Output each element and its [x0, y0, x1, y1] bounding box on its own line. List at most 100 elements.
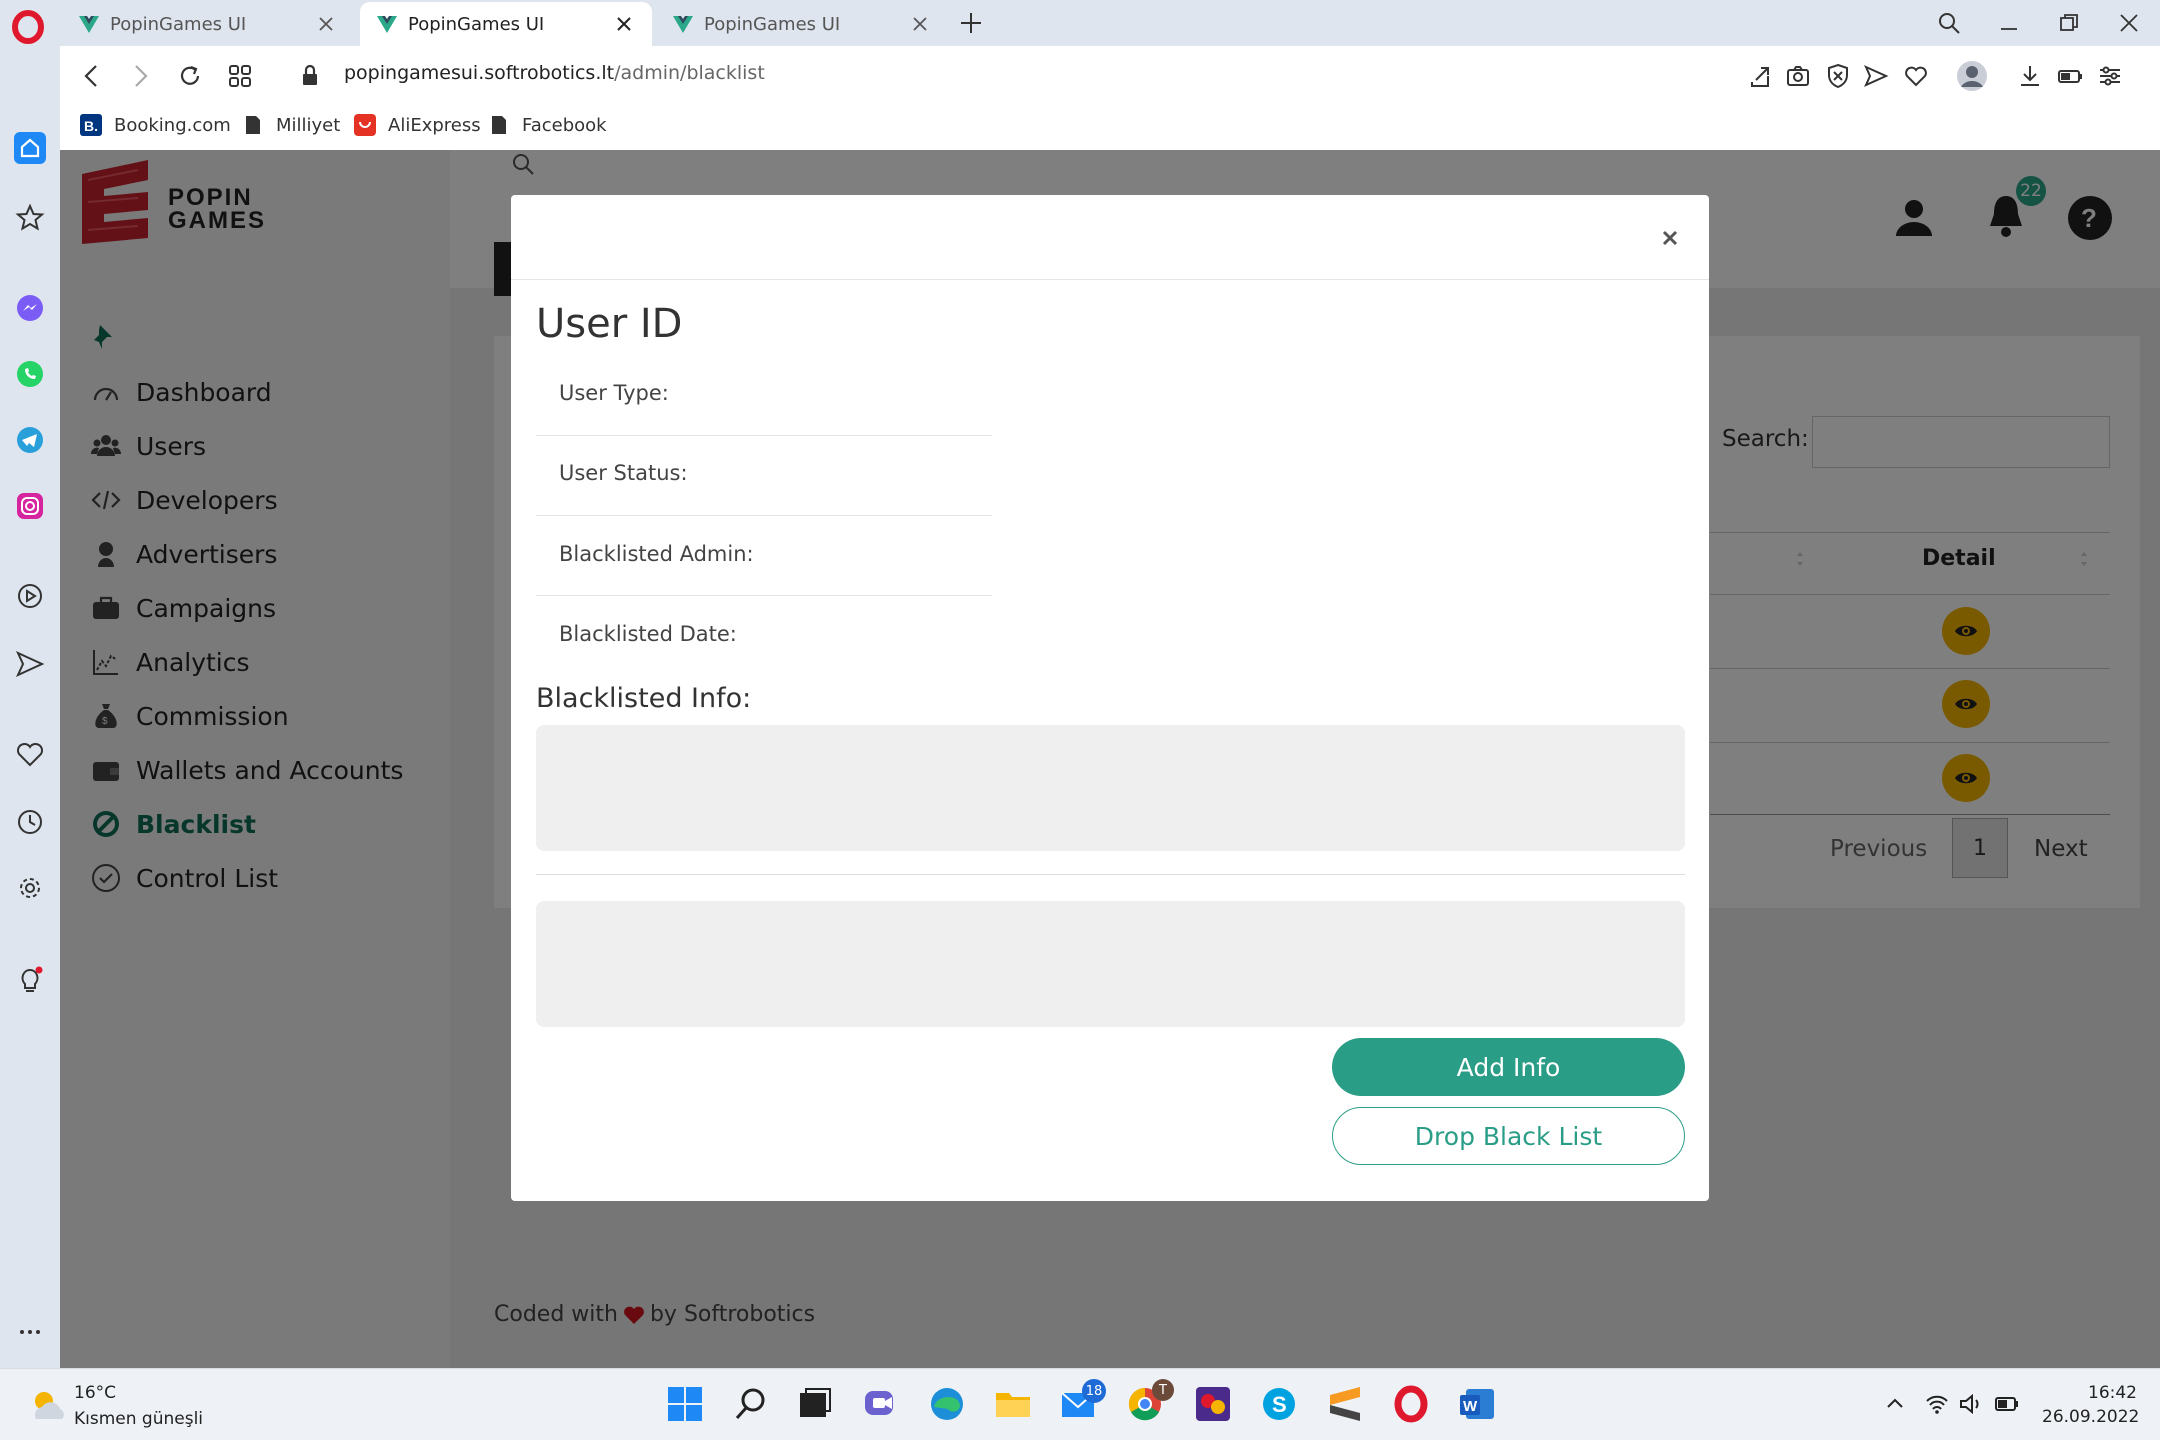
sublime-icon[interactable] [1324, 1383, 1366, 1425]
bookmark-label: Facebook [522, 114, 607, 136]
opera-taskbar-icon[interactable] [1390, 1383, 1432, 1425]
weather-temperature[interactable]: 16°C [74, 1383, 116, 1403]
new-tab-plus-icon[interactable] [958, 10, 984, 36]
tab-title: PopinGames UI [408, 13, 545, 35]
close-icon[interactable] [316, 14, 336, 34]
bookmark-label: Milliyet [276, 114, 341, 136]
wifi-icon[interactable] [1924, 1391, 1950, 1417]
blacklisted-info-box [536, 725, 1685, 851]
tab-2[interactable]: PopinGames UI [360, 2, 652, 46]
booking-logo-icon: B. [80, 114, 102, 136]
url-text[interactable]: popingamesui.softrobotics.lt/admin/black… [344, 62, 765, 84]
instagram-icon[interactable] [14, 490, 46, 522]
share-icon[interactable] [1746, 62, 1774, 90]
teams-chat-icon[interactable] [860, 1383, 902, 1425]
modal-title: User ID [536, 301, 683, 347]
task-view-icon[interactable] [794, 1383, 836, 1425]
send-icon[interactable] [1862, 62, 1890, 90]
bookmark-facebook[interactable]: Facebook [488, 114, 607, 136]
add-info-button[interactable]: Add Info [1332, 1038, 1685, 1096]
camera-icon[interactable] [1784, 62, 1812, 90]
telegram-icon[interactable] [14, 424, 46, 456]
weather-description[interactable]: Kısmen güneşli [74, 1409, 203, 1429]
heart-icon[interactable] [1902, 62, 1930, 90]
browser-tab-strip: PopinGames UI PopinGames UI PopinGames U… [0, 0, 2160, 46]
send-icon[interactable] [14, 648, 46, 680]
game-app-icon[interactable] [1192, 1383, 1234, 1425]
vue-logo-icon [673, 16, 693, 33]
bookmark-label: Booking.com [114, 114, 231, 136]
file-explorer-icon[interactable] [992, 1383, 1034, 1425]
vue-logo-icon [79, 16, 99, 33]
svg-text:S: S [1272, 1392, 1287, 1417]
whatsapp-icon[interactable] [14, 358, 46, 390]
bookmark-milliyet[interactable]: Milliyet [242, 114, 340, 136]
bookmark-aliexpress[interactable]: AliExpress [354, 114, 481, 136]
close-icon[interactable] [614, 14, 634, 34]
field-user-type: User Type: [559, 381, 669, 405]
history-clock-icon[interactable] [14, 806, 46, 838]
profile-avatar-icon[interactable] [1956, 60, 1988, 92]
field-blacklisted-admin: Blacklisted Admin: [559, 542, 754, 566]
download-icon[interactable] [2016, 62, 2044, 90]
page-icon [492, 116, 506, 134]
opera-logo-icon[interactable] [12, 10, 44, 44]
field-divider [536, 595, 992, 596]
home-icon[interactable] [14, 132, 46, 164]
star-icon[interactable] [14, 202, 46, 234]
bookmark-booking[interactable]: B. Booking.com [80, 114, 231, 136]
adblock-shield-icon[interactable] [1824, 62, 1852, 90]
drop-black-list-button[interactable]: Drop Black List [1332, 1107, 1685, 1165]
close-icon[interactable] [1657, 225, 1683, 251]
back-icon[interactable] [78, 62, 106, 90]
tab-3[interactable]: PopinGames UI [656, 2, 948, 46]
tab-1[interactable]: PopinGames UI [62, 2, 354, 46]
skype-icon[interactable]: S [1258, 1383, 1300, 1425]
more-options-icon[interactable] [14, 1316, 46, 1348]
forward-icon[interactable] [126, 62, 154, 90]
lock-icon[interactable] [296, 62, 324, 90]
reload-icon[interactable] [176, 62, 204, 90]
battery-icon[interactable] [1994, 1391, 2020, 1417]
user-detail-modal: User ID User Type: User Status: Blacklis… [511, 195, 1709, 1201]
aliexpress-logo-icon [354, 114, 376, 136]
player-icon[interactable] [14, 580, 46, 612]
modal-header-divider [511, 279, 1709, 280]
bookmarks-bar: B. Booking.com Milliyet AliExpress Faceb… [60, 106, 2160, 150]
minimize-icon[interactable] [1996, 10, 2022, 36]
bookmark-label: AliExpress [388, 114, 481, 136]
weather-partly-sunny-icon[interactable] [28, 1387, 68, 1423]
lightbulb-icon[interactable] [14, 964, 46, 996]
clock-date[interactable]: 26.09.2022 [2042, 1407, 2139, 1427]
battery-saver-icon[interactable] [2056, 62, 2084, 90]
volume-icon[interactable] [1958, 1391, 1984, 1417]
blacklisted-info-heading: Blacklisted Info: [536, 683, 752, 714]
messenger-icon[interactable] [14, 292, 46, 324]
close-window-icon[interactable] [2116, 10, 2142, 36]
modal-section-divider [536, 874, 1685, 875]
address-bar: popingamesui.softrobotics.lt/admin/black… [60, 46, 2160, 106]
windows-taskbar: 16°C Kısmen güneşli 18 T S W 16:42 26.09… [0, 1368, 2160, 1440]
vue-logo-icon [377, 16, 397, 33]
close-icon[interactable] [910, 14, 930, 34]
svg-text:B.: B. [84, 118, 98, 134]
edge-icon[interactable] [926, 1383, 968, 1425]
settings-gear-icon[interactable] [14, 872, 46, 904]
easy-setup-icon[interactable] [2096, 62, 2124, 90]
mail-badge: 18 [1082, 1379, 1106, 1403]
info-textarea[interactable] [536, 901, 1685, 1027]
heart-icon[interactable] [14, 738, 46, 770]
svg-text:W: W [1463, 1398, 1478, 1415]
word-icon[interactable]: W [1456, 1383, 1498, 1425]
restore-icon[interactable] [2056, 10, 2082, 36]
page-icon [246, 116, 260, 134]
clock-time[interactable]: 16:42 [2088, 1383, 2137, 1403]
tab-search-icon[interactable] [1936, 10, 1962, 36]
windows-start-icon[interactable] [664, 1383, 706, 1425]
field-divider [536, 515, 992, 516]
chevron-up-icon[interactable] [1882, 1391, 1908, 1417]
tab-title: PopinGames UI [704, 13, 841, 35]
speed-dial-icon[interactable] [226, 62, 254, 90]
chrome-profile-badge: T [1152, 1379, 1174, 1401]
search-icon[interactable] [730, 1383, 772, 1425]
